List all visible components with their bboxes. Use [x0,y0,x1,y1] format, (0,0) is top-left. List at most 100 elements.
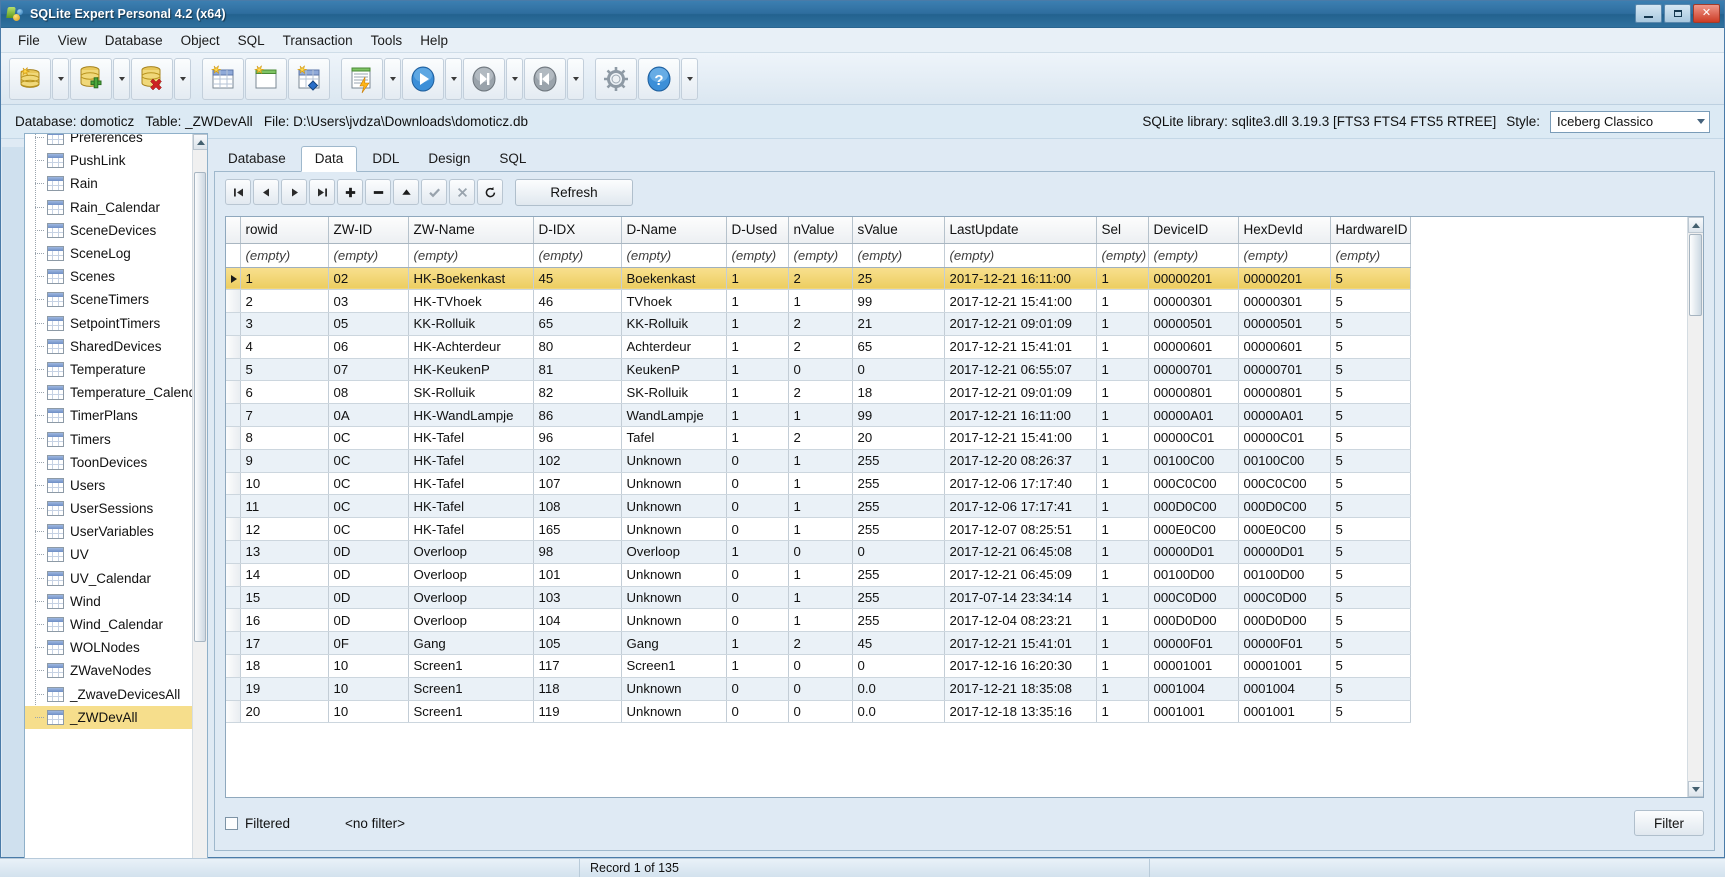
cell-d-used[interactable]: 0 [726,472,789,496]
cell-nvalue[interactable]: 1 [788,403,853,428]
cell-svalue[interactable]: 65 [852,335,945,359]
sidebar-item-rain-calendar[interactable]: Rain_Calendar [25,196,207,219]
filter-cell-zw-name[interactable]: (empty) [408,243,534,268]
cell-hardwareid[interactable]: 5 [1330,608,1411,633]
sidebar-item-uv-calendar[interactable]: UV_Calendar [25,567,207,590]
cell-zw-name[interactable]: HK-Tafel [408,494,534,519]
step-forward-button[interactable] [463,57,505,100]
cell-hexdevid[interactable]: 000D0D00 [1238,608,1331,633]
tab-ddl[interactable]: DDL [358,146,413,171]
cell-lastupdate[interactable]: 2017-12-21 06:45:09 [944,563,1097,587]
cell-sel[interactable]: 1 [1096,517,1149,542]
column-header-d-idx[interactable]: D-IDX [533,217,622,244]
cell-lastupdate[interactable]: 2017-12-21 15:41:01 [944,631,1097,656]
cell-d-name[interactable]: WandLampje [621,403,727,428]
tree-scroll-up-button[interactable] [193,134,207,150]
cell-nvalue[interactable]: 0 [788,540,853,564]
cell-d-idx[interactable]: 101 [533,563,622,587]
cell-sel[interactable]: 1 [1096,586,1149,610]
filter-button[interactable]: Filter [1634,810,1704,836]
cell-d-name[interactable]: Achterdeur [621,335,727,359]
cell-hexdevid[interactable]: 00000601 [1238,335,1331,359]
cell-svalue[interactable]: 45 [852,631,945,656]
help-dropdown[interactable] [681,57,698,100]
filter-cell-sel[interactable]: (empty) [1096,243,1149,268]
menu-object[interactable]: Object [172,30,229,51]
tab-sql[interactable]: SQL [485,146,540,171]
cell-d-name[interactable]: Tafel [621,426,727,450]
cell-hardwareid[interactable]: 5 [1330,677,1411,701]
cell-zw-name[interactable]: Overloop [408,586,534,610]
filter-cell-lastupdate[interactable]: (empty) [944,243,1097,268]
cell-d-idx[interactable]: 107 [533,472,622,496]
cell-d-name[interactable]: Unknown [621,700,727,724]
cell-lastupdate[interactable]: 2017-12-21 16:11:00 [944,403,1097,428]
cell-hardwareid[interactable]: 5 [1330,700,1411,724]
delete-record-button[interactable] [365,179,391,205]
cell-zw-id[interactable]: 10 [328,677,409,701]
cell-lastupdate[interactable]: 2017-12-21 06:55:07 [944,358,1097,382]
cell-d-name[interactable]: Gang [621,631,727,656]
table-row[interactable]: 17 0F Gang 105 Gang 1 2 45 2017-12-21 15:41:01 1 0… [226,631,1411,656]
execute-sql-button[interactable] [341,57,383,100]
cell-rowid[interactable]: 19 [240,677,329,701]
cell-svalue[interactable]: 20 [852,426,945,450]
cell-d-name[interactable]: Overloop [621,540,727,564]
cell-d-name[interactable]: Boekenkast [621,267,727,291]
cell-hardwareid[interactable]: 5 [1330,335,1411,359]
menu-view[interactable]: View [49,30,96,51]
cell-sel[interactable]: 1 [1096,267,1149,291]
cell-d-used[interactable]: 0 [726,677,789,701]
cell-rowid[interactable]: 1 [240,267,329,291]
cell-deviceid[interactable]: 00000601 [1148,335,1239,359]
cell-rowid[interactable]: 7 [240,403,329,428]
cell-hexdevid[interactable]: 0001001 [1238,700,1331,724]
cell-lastupdate[interactable]: 2017-12-21 15:41:00 [944,426,1097,450]
cell-zw-id[interactable]: 0D [328,586,409,610]
cell-deviceid[interactable]: 00000301 [1148,289,1239,314]
cell-sel[interactable]: 1 [1096,289,1149,314]
cell-svalue[interactable]: 255 [852,449,945,473]
cell-hardwareid[interactable]: 5 [1330,494,1411,519]
cell-nvalue[interactable]: 2 [788,631,853,656]
sidebar-item-timerplans[interactable]: TimerPlans [25,404,207,427]
cell-deviceid[interactable]: 00000A01 [1148,403,1239,428]
cell-hardwareid[interactable]: 5 [1330,289,1411,314]
sidebar-item-timers[interactable]: Timers [25,427,207,450]
cell-d-idx[interactable]: 104 [533,608,622,633]
menu-sql[interactable]: SQL [229,30,274,51]
post-edit-button[interactable] [421,179,447,205]
cell-nvalue[interactable]: 1 [788,517,853,542]
cell-d-idx[interactable]: 102 [533,449,622,473]
cell-deviceid[interactable]: 000E0C00 [1148,517,1239,542]
cell-hexdevid[interactable]: 00000F01 [1238,631,1331,656]
table-row[interactable]: 10 0C HK-Tafel 107 Unknown 0 1 255 2017-12-06 17… [226,472,1411,496]
run-dropdown[interactable] [445,57,462,100]
table-row[interactable]: 19 10 Screen1 118 Unknown 0 0 0.0 2017-12-21 18:… [226,677,1411,701]
cell-sel[interactable]: 1 [1096,540,1149,564]
cell-nvalue[interactable]: 1 [788,586,853,610]
cell-hardwareid[interactable]: 5 [1330,403,1411,428]
cell-d-used[interactable]: 1 [726,654,789,678]
cell-d-idx[interactable]: 119 [533,700,622,724]
cell-hexdevid[interactable]: 000C0D00 [1238,586,1331,610]
cell-deviceid[interactable]: 000C0C00 [1148,472,1239,496]
cell-nvalue[interactable]: 1 [788,608,853,633]
sidebar-item-shareddevices[interactable]: SharedDevices [25,335,207,358]
cell-rowid[interactable]: 9 [240,449,329,473]
cell-deviceid[interactable]: 00001001 [1148,654,1239,678]
cell-d-name[interactable]: KeukenP [621,358,727,382]
last-record-button[interactable] [309,179,335,205]
cell-hardwareid[interactable]: 5 [1330,517,1411,542]
cell-svalue[interactable]: 255 [852,608,945,633]
cell-lastupdate[interactable]: 2017-12-18 13:35:16 [944,700,1097,724]
cell-d-used[interactable]: 1 [726,380,789,405]
sidebar-item-scenetimers[interactable]: SceneTimers [25,288,207,311]
cell-zw-name[interactable]: HK-Achterdeur [408,335,534,359]
cell-hexdevid[interactable]: 000C0C00 [1238,472,1331,496]
cell-deviceid[interactable]: 000D0D00 [1148,608,1239,633]
cell-hexdevid[interactable]: 00000501 [1238,312,1331,336]
table-row[interactable]: 11 0C HK-Tafel 108 Unknown 0 1 255 2017-12-06 17… [226,494,1411,519]
cell-rowid[interactable]: 17 [240,631,329,656]
cell-deviceid[interactable]: 0001004 [1148,677,1239,701]
